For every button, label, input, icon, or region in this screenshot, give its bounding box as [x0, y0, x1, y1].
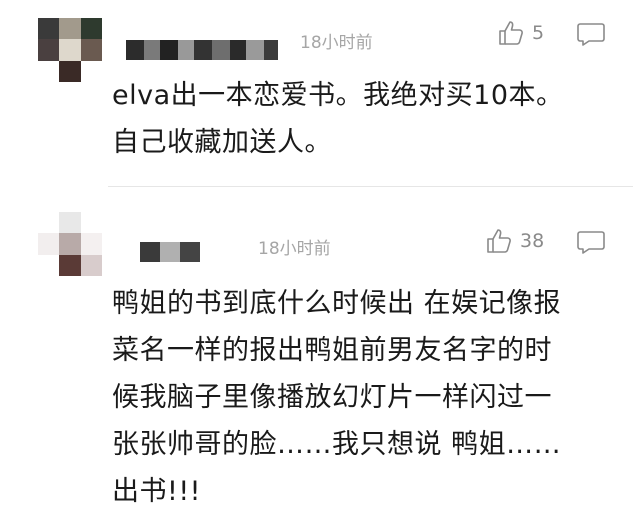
comment-item: 18小时前 5 elva出一本恋爱书。我绝对买10本。 自己收藏加送人。: [0, 0, 633, 186]
thumbs-up-icon: [499, 21, 523, 45]
comment-line: 菜名一样的报出鸭姐前男友名字的时: [112, 335, 552, 366]
username-obscured[interactable]: [112, 40, 278, 60]
like-button[interactable]: 38: [486, 228, 544, 254]
like-count: 38: [520, 230, 545, 252]
username-obscured[interactable]: [140, 242, 200, 262]
timestamp: 18小时前: [258, 239, 331, 259]
divider: [108, 186, 633, 187]
reply-button[interactable]: [577, 22, 605, 50]
like-button[interactable]: 5: [498, 20, 544, 46]
comment-bubble-icon: [577, 23, 605, 46]
comment-body: elva出一本恋爱书。我绝对买10本。 自己收藏加送人。: [112, 72, 612, 166]
comment-line: 出书!!!: [112, 476, 201, 507]
comment-line: 张张帅哥的脸……我只想说 鸭姐……: [112, 429, 562, 460]
avatar[interactable]: [38, 18, 102, 82]
comment-body: 鸭姐的书到底什么时候出 在娱记像报 菜名一样的报出鸭姐前男友名字的时 候我脑子里…: [112, 280, 612, 515]
comment-line: 候我脑子里像播放幻灯片一样闪过一: [112, 382, 552, 413]
avatar[interactable]: [38, 212, 102, 276]
comment-line: elva出一本恋爱书。我绝对买10本。: [112, 80, 564, 111]
comment-bubble-icon: [577, 231, 605, 254]
comment-line: 鸭姐的书到底什么时候出 在娱记像报: [112, 288, 562, 319]
timestamp: 18小时前: [300, 33, 373, 53]
comment-item: 18小时前 38 鸭姐的书到底什么时候出 在娱记像报 菜名一样的报出鸭姐前男友名…: [0, 188, 633, 520]
thumbs-up-icon: [487, 229, 511, 253]
like-count: 5: [532, 22, 545, 44]
reply-button[interactable]: [577, 230, 605, 258]
comment-line: 自己收藏加送人。: [112, 127, 332, 158]
comment-list: 18小时前 5 elva出一本恋爱书。我绝对买10本。 自己收藏加送人。 18小…: [0, 0, 633, 520]
